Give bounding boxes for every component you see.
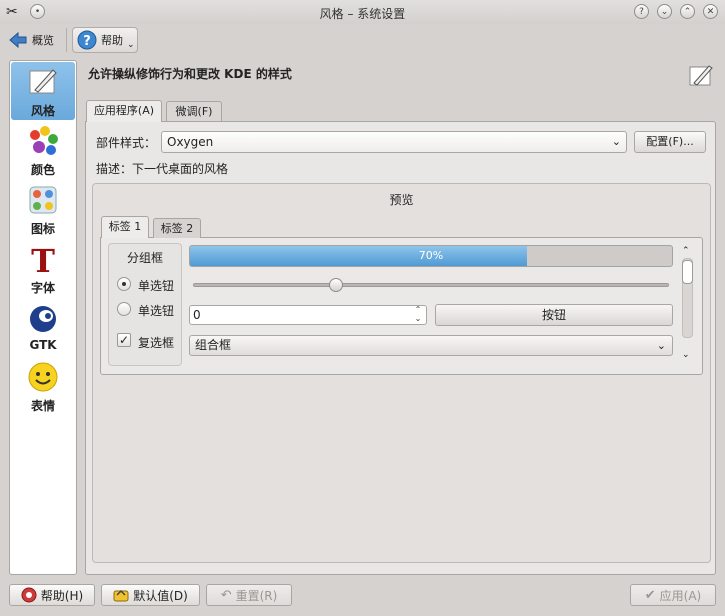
checkmark-icon: ✔: [644, 587, 656, 603]
svg-text:?: ?: [83, 34, 91, 49]
defaults-button[interactable]: 默认值(D): [101, 584, 200, 606]
help-button[interactable]: 帮助(H): [9, 584, 95, 606]
help-icon[interactable]: ?: [634, 4, 649, 19]
scrollbar-handle[interactable]: [682, 260, 693, 284]
sidebar: 风格 颜色 图标 T 字体 GTK 表情: [9, 60, 77, 575]
style-brush-icon: [29, 69, 57, 94]
group-box-title: 分组框: [126, 251, 163, 265]
sidebar-item-emoticons[interactable]: 表情: [11, 357, 75, 415]
chevron-down-icon: ⌄: [656, 339, 666, 352]
gtk-icon: [30, 306, 56, 332]
toolbar-separator: [66, 28, 67, 52]
defaults-icon: [113, 589, 129, 602]
help-button-label: 帮助(H): [40, 588, 84, 603]
reset-button-label: 重置(R): [235, 588, 278, 603]
sidebar-item-label: 风格: [30, 104, 55, 118]
tab-fine-tuning[interactable]: 微调(F): [166, 101, 222, 121]
radio-label-2: 单选钮: [138, 304, 175, 318]
preview-title: 预览: [389, 193, 414, 207]
combo-box[interactable]: 组合框 ⌄: [189, 335, 673, 356]
sidebar-item-label: 字体: [30, 281, 55, 295]
preview-tab-1[interactable]: 标签 1: [101, 216, 149, 238]
page-heading: 允许操纵修饰行为和更改 KDE 的样式: [88, 67, 292, 81]
back-arrow-icon: [9, 31, 27, 49]
scroll-down-icon[interactable]: ⌄: [682, 350, 690, 360]
help-menu-label: 帮助: [101, 34, 123, 47]
emoticon-icon: [28, 362, 58, 392]
title-bar: ✂ • 风格 – 系统设置 ? ⌄ ⌃ ✕: [0, 0, 725, 24]
widget-style-value: Oxygen: [167, 135, 214, 149]
color-palette-icon: [30, 126, 58, 155]
push-button[interactable]: 按钮: [435, 304, 673, 326]
close-icon[interactable]: ✕: [703, 4, 718, 19]
sidebar-item-label: 颜色: [30, 163, 55, 177]
slider-handle[interactable]: [328, 278, 343, 292]
help-circle-icon: ?: [77, 30, 97, 50]
slider-track[interactable]: [193, 283, 669, 287]
help-lifebuoy-icon: [21, 587, 37, 603]
spin-arrows-icon[interactable]: ⌃ ⌄: [410, 305, 426, 325]
spin-box[interactable]: 0: [189, 305, 427, 325]
progress-bar: 70%: [189, 245, 673, 267]
preview-tab-2[interactable]: 标签 2: [153, 218, 201, 238]
overview-button[interactable]: 概览: [8, 30, 54, 50]
sidebar-item-icons[interactable]: 图标: [11, 180, 75, 238]
chevron-down-icon: ⌄: [611, 135, 621, 148]
combo-box-label: 组合框: [195, 338, 232, 352]
checkbox[interactable]: ✓: [117, 333, 131, 347]
sidebar-item-label: 表情: [30, 399, 55, 413]
defaults-button-label: 默认值(D): [133, 588, 188, 603]
sidebar-item-gtk[interactable]: GTK: [11, 298, 75, 356]
style-description: 描述：下一代桌面的风格: [96, 162, 229, 176]
radio-button-1[interactable]: [117, 277, 131, 291]
style-heading-icon: [689, 65, 713, 86]
sidebar-item-style[interactable]: 风格: [11, 62, 75, 120]
widget-style-label: 部件样式：: [96, 136, 157, 150]
minimize-icon[interactable]: ⌄: [657, 4, 672, 19]
maximize-icon[interactable]: ⌃: [680, 4, 695, 19]
icons-icon: [29, 186, 57, 214]
svg-text:T: T: [31, 243, 55, 275]
progress-text: 70%: [418, 249, 444, 262]
sidebar-item-colors[interactable]: 颜色: [11, 121, 75, 179]
apply-button[interactable]: ✔ 应用(A): [630, 584, 716, 606]
chevron-down-icon: ⌄: [127, 40, 135, 50]
overview-label: 概览: [32, 34, 54, 47]
help-menu-button[interactable]: ? 帮助 ⌄: [72, 27, 138, 53]
sidebar-item-fonts[interactable]: T 字体: [11, 239, 75, 297]
window-title: 风格 – 系统设置: [319, 7, 406, 21]
radio-label-1: 单选钮: [138, 279, 175, 293]
radio-button-2[interactable]: [117, 302, 131, 316]
font-icon: T: [31, 243, 55, 275]
widget-style-combo[interactable]: Oxygen ⌄: [161, 131, 627, 153]
sidebar-item-label: GTK: [29, 338, 57, 352]
configure-button[interactable]: 配置(F)...: [634, 131, 706, 153]
reset-icon: ↶: [220, 587, 232, 603]
checkbox-label: 复选框: [138, 336, 175, 350]
scroll-up-icon[interactable]: ⌃: [682, 246, 690, 256]
reset-button[interactable]: ↶ 重置(R): [206, 584, 292, 606]
tab-applications[interactable]: 应用程序(A): [86, 100, 162, 122]
apply-button-label: 应用(A): [659, 588, 702, 603]
sidebar-item-label: 图标: [30, 222, 55, 236]
